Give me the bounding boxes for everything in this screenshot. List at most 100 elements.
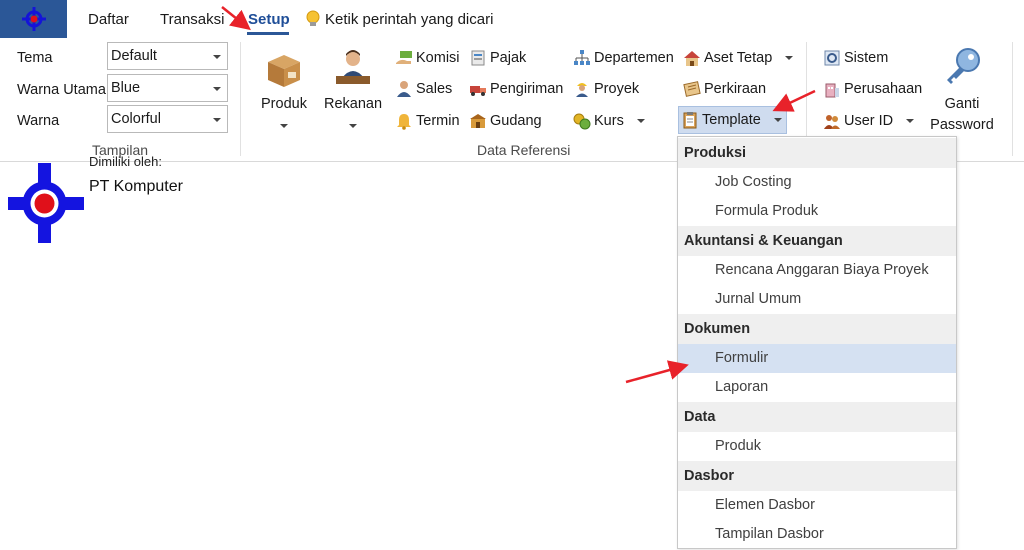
menu-bar: Daftar Transaksi Setup Ketik perintah ya… [0, 0, 1024, 38]
menu-item-formula-produk[interactable]: Formula Produk [678, 197, 956, 226]
company-name: PT Komputer [89, 178, 183, 195]
key-icon [947, 48, 980, 84]
perusahaan-button[interactable]: Perusahaan [823, 78, 922, 100]
warna-utama-label: Warna Utama [17, 82, 106, 98]
pengiriman-button[interactable]: Pengiriman [469, 78, 563, 100]
menu-item-elemen-dasbor[interactable]: Elemen Dasbor [678, 491, 956, 520]
aset-tetap-label: Aset Tetap [704, 50, 773, 66]
tab-daftar[interactable]: Daftar [88, 11, 129, 28]
menu-section-produksi: Produksi [678, 138, 956, 168]
ganti-label: Ganti [944, 96, 980, 112]
tab-transaksi[interactable]: Transaksi [160, 11, 224, 28]
group-divider [1012, 42, 1013, 156]
sistem-label: Sistem [844, 50, 889, 66]
warna-value: Colorful [111, 111, 161, 127]
sistem-button[interactable]: Sistem [823, 47, 888, 69]
komisi-label: Komisi [416, 50, 460, 66]
perkiraan-button[interactable]: Perkiraan [683, 78, 766, 100]
departemen-label: Departemen [594, 50, 674, 66]
chevron-down-icon [906, 119, 915, 123]
gudang-button[interactable]: Gudang [469, 110, 542, 132]
owner-label: Dimiliki oleh: [89, 156, 162, 166]
tema-value: Default [111, 48, 157, 64]
ledger-icon [683, 80, 701, 98]
chevron-down-icon [785, 56, 794, 60]
arrow-to-formulir-item [625, 360, 689, 384]
menu-section-dokumen: Dokumen [678, 314, 956, 344]
proyek-label: Proyek [594, 81, 640, 97]
lightbulb-icon [306, 10, 320, 26]
pajak-button[interactable]: Pajak [469, 47, 526, 69]
warna-label: Warna [17, 113, 60, 129]
app-menu-button[interactable] [0, 0, 67, 38]
tell-me-text: Ketik perintah yang dicari [325, 10, 494, 28]
pajak-label: Pajak [490, 50, 527, 66]
box-icon [268, 55, 300, 87]
template-button[interactable]: Template [678, 106, 787, 134]
shipping-icon [469, 80, 487, 98]
pengiriman-label: Pengiriman [490, 81, 564, 97]
menu-item-laporan[interactable]: Laporan [678, 373, 956, 402]
business-person-icon [336, 50, 370, 84]
clipboard-icon [681, 111, 699, 129]
worker-icon [573, 80, 591, 98]
chevron-down-icon [349, 124, 357, 128]
company-logo-icon [8, 163, 84, 243]
tema-select[interactable]: Default [107, 42, 228, 70]
produk-label: Produk [261, 96, 307, 112]
termin-label: Termin [416, 113, 460, 129]
aset-tetap-button[interactable]: Aset Tetap [683, 47, 794, 69]
rekanan-button[interactable]: Rekanan [322, 44, 384, 136]
house-icon [683, 49, 701, 67]
template-dropdown-menu: Produksi Job Costing Formula Produk Akun… [677, 136, 957, 549]
perusahaan-label: Perusahaan [844, 81, 923, 97]
termin-button[interactable]: Termin [395, 110, 460, 132]
menu-item-job-costing[interactable]: Job Costing [678, 168, 956, 197]
sales-label: Sales [416, 81, 453, 97]
system-settings-icon [823, 49, 841, 67]
chevron-down-icon [636, 119, 645, 123]
org-chart-icon [573, 49, 591, 67]
departemen-button[interactable]: Departemen [573, 47, 674, 69]
coins-icon [573, 112, 591, 130]
password-label: Password [930, 117, 994, 133]
tax-document-icon [469, 49, 487, 67]
chevron-down-icon [213, 87, 221, 91]
menu-section-data: Data [678, 402, 956, 432]
menu-item-jurnal-umum[interactable]: Jurnal Umum [678, 285, 956, 314]
group-label-data-referensi: Data Referensi [477, 142, 571, 158]
warna-select[interactable]: Colorful [107, 105, 228, 133]
money-hand-icon [395, 49, 413, 67]
chevron-down-icon [280, 124, 288, 128]
person-icon [395, 80, 413, 98]
user-id-label: User ID [844, 113, 894, 129]
menu-item-rencana-anggaran[interactable]: Rencana Anggaran Biaya Proyek [678, 256, 956, 285]
users-icon [823, 112, 841, 130]
tab-setup[interactable]: Setup [248, 11, 290, 28]
tema-label: Tema [17, 50, 53, 66]
gudang-label: Gudang [490, 113, 542, 129]
tell-me-search[interactable]: Ketik perintah yang dicari [305, 10, 493, 28]
warna-utama-value: Blue [111, 80, 141, 96]
proyek-button[interactable]: Proyek [573, 78, 639, 100]
ganti-password-button[interactable]: Ganti Password [926, 44, 998, 136]
rekanan-label: Rekanan [323, 96, 383, 112]
sales-button[interactable]: Sales [395, 78, 452, 100]
perkiraan-label: Perkiraan [704, 81, 767, 97]
bell-icon [395, 112, 413, 130]
chevron-down-icon [773, 118, 782, 122]
company-icon [823, 80, 841, 98]
komisi-button[interactable]: Komisi [395, 47, 460, 69]
group-divider [240, 42, 241, 156]
kurs-label: Kurs [594, 113, 624, 129]
produk-button[interactable]: Produk [258, 44, 310, 136]
menu-item-tampilan-dasbor[interactable]: Tampilan Dasbor [678, 520, 956, 549]
menu-item-produk[interactable]: Produk [678, 432, 956, 461]
menu-item-formulir[interactable]: Formulir [678, 344, 956, 373]
user-id-button[interactable]: User ID [823, 110, 915, 132]
warna-utama-select[interactable]: Blue [107, 74, 228, 102]
active-tab-indicator [247, 32, 289, 35]
kurs-button[interactable]: Kurs [573, 110, 645, 132]
chevron-down-icon [213, 118, 221, 122]
app-logo-icon [21, 7, 46, 31]
